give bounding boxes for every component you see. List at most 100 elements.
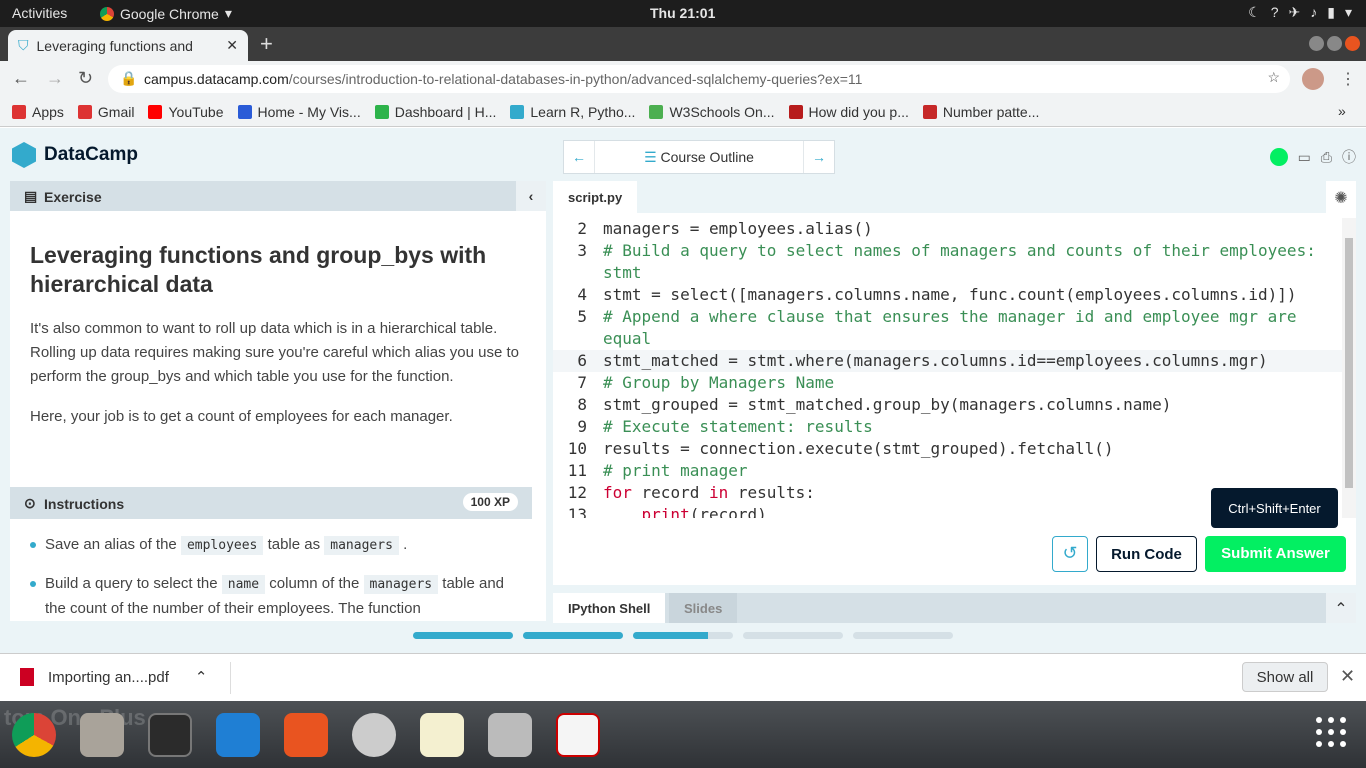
- datacamp-logo-icon: [12, 142, 36, 168]
- browser-tab[interactable]: ⛉ Leveraging functions and ✕: [8, 30, 248, 61]
- site-icon: [922, 104, 937, 119]
- line-number: 7: [577, 373, 587, 392]
- new-tab-icon[interactable]: +: [260, 31, 273, 57]
- datacamp-logo[interactable]: DataCamp: [12, 142, 138, 168]
- course-nav: ← ☰ Course Outline →: [563, 140, 835, 174]
- line-number: 4: [577, 285, 587, 304]
- line-text: # Append a where clause that ensures the…: [603, 307, 1307, 348]
- course-outline-button[interactable]: ☰ Course Outline: [594, 141, 804, 173]
- chevron-up-icon[interactable]: ⌃: [1326, 593, 1356, 623]
- more-bookmarks-icon[interactable]: »: [1338, 103, 1346, 119]
- activities-button[interactable]: Activities: [12, 5, 67, 21]
- star-icon[interactable]: ☆: [1267, 69, 1280, 86]
- bookmark-apps[interactable]: Apps: [12, 104, 64, 120]
- line-number: 13: [567, 505, 587, 518]
- bookmark-w3schools[interactable]: W3Schools On...: [649, 104, 775, 120]
- code-line[interactable]: 6 stmt_matched = stmt.where(managers.colu…: [553, 350, 1342, 372]
- bookmark-quora[interactable]: How did you p...: [788, 103, 909, 120]
- course-outline-label: Course Outline: [660, 149, 754, 165]
- code-line[interactable]: 4 stmt = select([managers.columns.name, f…: [553, 284, 1342, 306]
- video-icon[interactable]: ▭: [1298, 149, 1311, 166]
- maximize-icon[interactable]: [1327, 36, 1342, 51]
- vscode-icon[interactable]: [216, 713, 260, 757]
- url-host: campus.datacamp.com: [144, 71, 289, 87]
- tab-ipython-shell[interactable]: IPython Shell: [553, 593, 666, 623]
- tab-strip: ⛉ Leveraging functions and ✕ +: [0, 27, 1366, 61]
- bookmark-learn[interactable]: Learn R, Pytho...: [510, 104, 635, 120]
- reload-icon[interactable]: ↻: [78, 68, 93, 89]
- url-input[interactable]: 🔒 campus.datacamp.com/courses/introducti…: [108, 65, 1290, 93]
- reset-icon: ↺: [1062, 543, 1078, 563]
- code-line[interactable]: 8 stmt_grouped = stmt_matched.group_by(ma…: [553, 394, 1342, 416]
- next-arrow-icon[interactable]: →: [804, 149, 834, 165]
- instructions-list: Save an alias of the employees table as …: [30, 533, 520, 621]
- camera-icon[interactable]: [488, 713, 532, 757]
- tab-slides[interactable]: Slides: [669, 593, 738, 623]
- menu-icon[interactable]: ⋮: [1340, 69, 1356, 89]
- pdf-reader-icon[interactable]: [556, 713, 600, 757]
- bookmark-label: Number patte...: [942, 103, 1040, 120]
- app-menu[interactable]: Google Chrome ▾: [100, 5, 232, 22]
- window-controls: [1309, 36, 1360, 51]
- code-line[interactable]: 2 managers = employees.alias(): [553, 218, 1342, 240]
- code-line[interactable]: 5 # Append a where clause that ensures th…: [553, 306, 1342, 350]
- instruction-item: Save an alias of the employees table as …: [30, 533, 520, 558]
- tab-script-py[interactable]: script.py: [553, 181, 638, 213]
- bookmark-label: Dashboard | H...: [394, 103, 497, 120]
- address-bar: ← → ↻ 🔒 campus.datacamp.com/courses/intr…: [0, 61, 1366, 97]
- close-icon[interactable]: ✕: [226, 37, 238, 54]
- reset-button[interactable]: ↺: [1052, 536, 1088, 572]
- forward-icon[interactable]: →: [46, 68, 64, 89]
- text-editor-icon[interactable]: [420, 713, 464, 757]
- minimize-icon[interactable]: [1309, 36, 1324, 51]
- progress-segment: [523, 632, 623, 639]
- code-line[interactable]: 10 results = connection.execute(stmt_grou…: [553, 438, 1342, 460]
- pdf-icon[interactable]: ⎙: [1321, 149, 1332, 166]
- bookmark-home[interactable]: Home - My Vis...: [237, 104, 361, 120]
- window-close-icon[interactable]: [1345, 36, 1360, 51]
- xp-badge: 100 XP: [462, 493, 518, 511]
- line-text: # Build a query to select names of manag…: [603, 241, 1326, 282]
- brand-name: DataCamp: [44, 144, 138, 165]
- avatar[interactable]: [1302, 68, 1324, 90]
- code-line[interactable]: 3 # Build a query to select names of mana…: [553, 240, 1342, 284]
- code-area[interactable]: 2 managers = employees.alias() 3 # Build a …: [553, 218, 1342, 518]
- code-line[interactable]: 7 # Group by Managers Name: [553, 372, 1342, 394]
- back-icon[interactable]: ←: [12, 68, 30, 89]
- bookmark-dashboard[interactable]: Dashboard | H...: [374, 103, 497, 120]
- prev-arrow-icon[interactable]: ←: [564, 149, 594, 165]
- bookmark-label: How did you p...: [808, 103, 909, 120]
- exercise-paragraph-2: Here, your job is to get a count of empl…: [30, 408, 453, 425]
- show-all-button[interactable]: Show all: [1242, 662, 1328, 692]
- editor-scrollbar[interactable]: [1342, 218, 1356, 518]
- line-number: 3: [577, 241, 587, 260]
- progress-segment: [633, 632, 733, 639]
- show-apps-icon[interactable]: [1316, 717, 1346, 747]
- submit-answer-button[interactable]: Submit Answer: [1205, 536, 1346, 572]
- bookmark-youtube[interactable]: YouTube: [148, 104, 224, 120]
- code-line[interactable]: 11 # print manager: [553, 460, 1342, 482]
- run-code-button[interactable]: Run Code: [1096, 536, 1197, 572]
- bookmark-number[interactable]: Number patte...: [922, 103, 1040, 120]
- files-icon[interactable]: [80, 713, 124, 757]
- terminal-icon[interactable]: [148, 713, 192, 757]
- chrome-icon[interactable]: [12, 713, 56, 757]
- bookmark-gmail[interactable]: Gmail: [77, 104, 134, 120]
- inline-code: managers: [363, 575, 439, 594]
- close-icon[interactable]: ✕: [1340, 666, 1355, 687]
- scrollbar-thumb[interactable]: [1345, 238, 1353, 488]
- instruction-text: .: [403, 536, 408, 553]
- line-number: 12: [567, 483, 587, 502]
- alert-icon[interactable]: ⓘ: [1342, 147, 1356, 167]
- settings-icon[interactable]: ✺: [1326, 181, 1356, 213]
- line-number: 10: [567, 439, 587, 458]
- software-center-icon[interactable]: [284, 713, 328, 757]
- chevron-up-icon[interactable]: ⌃: [195, 668, 208, 686]
- exercise-progress: [413, 632, 953, 639]
- clock[interactable]: Thu 21:01: [650, 5, 715, 21]
- code-line[interactable]: 9 # Execute statement: results: [553, 416, 1342, 438]
- updater-icon[interactable]: [352, 713, 396, 757]
- system-tray[interactable]: ☾ ? ✈ ♪ ▮ ▾: [1248, 4, 1352, 21]
- collapse-pane-icon[interactable]: ‹: [516, 181, 546, 211]
- download-item[interactable]: Importing an....pdf ⌃: [20, 668, 207, 686]
